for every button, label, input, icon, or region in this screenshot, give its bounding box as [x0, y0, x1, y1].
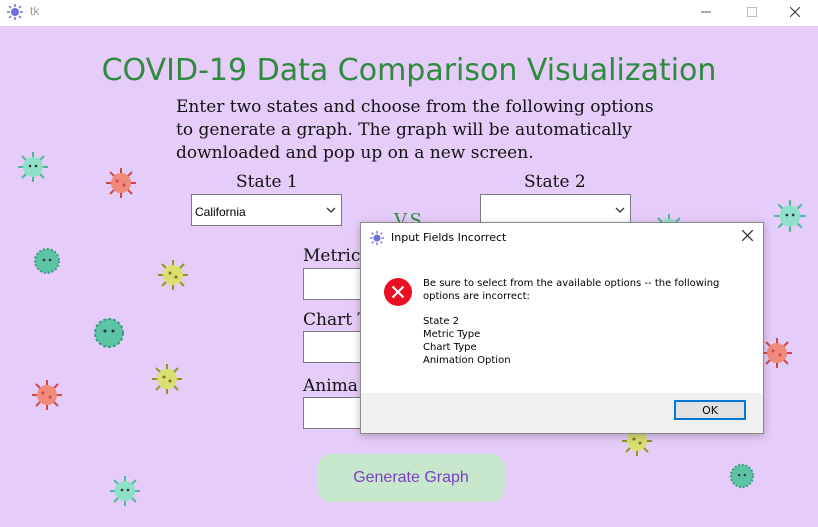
instructions-line: downloaded and pop up on a new screen.: [176, 143, 534, 163]
incorrect-fields-list: State 2 Metric Type Chart Type Animation…: [423, 315, 511, 367]
window-title: tk: [30, 4, 40, 18]
state1-value: California: [195, 205, 246, 219]
chart-type-select[interactable]: [303, 331, 363, 363]
virus-icon: [94, 318, 124, 348]
minimize-icon: [701, 11, 711, 13]
close-icon: [741, 229, 754, 242]
error-dialog: Input Fields Incorrect Be sure to select…: [360, 222, 764, 434]
page-title: COVID-19 Data Comparison Visualization: [101, 53, 717, 88]
list-item: Animation Option: [423, 355, 511, 366]
dialog-titlebar: Input Fields Incorrect: [361, 223, 763, 253]
virus-icon: [110, 476, 140, 506]
virus-icon: [762, 338, 792, 368]
close-icon: [790, 7, 800, 17]
instructions-line: to generate a graph. The graph will be a…: [176, 120, 632, 140]
dialog-message: Be sure to select from the available opt…: [423, 277, 743, 303]
virus-icon: [774, 200, 806, 232]
list-item: Chart Type: [423, 342, 477, 353]
state1-combobox[interactable]: California: [191, 194, 342, 226]
virus-icon: [34, 248, 60, 274]
state2-label: State 2: [524, 172, 586, 192]
maximize-icon: [747, 7, 757, 17]
dialog-title: Input Fields Incorrect: [391, 231, 507, 244]
animation-label: Anima: [303, 376, 358, 396]
tk-feather-icon: [7, 4, 23, 20]
dialog-message-line: Be sure to select from the available opt…: [423, 278, 720, 289]
virus-icon: [106, 168, 136, 198]
state1-label: State 1: [236, 172, 298, 192]
animation-select[interactable]: [303, 397, 363, 429]
list-item: State 2: [423, 316, 460, 327]
virus-icon: [18, 152, 48, 182]
chevron-down-icon: [326, 207, 336, 213]
dialog-footer: OK: [361, 393, 763, 433]
virus-icon: [32, 380, 62, 410]
close-button[interactable]: [772, 0, 818, 24]
chart-type-label: Chart T: [303, 310, 369, 330]
tk-feather-icon: [369, 230, 385, 246]
virus-icon: [158, 260, 188, 290]
instructions-text: Enter two states and choose from the fol…: [176, 96, 676, 165]
error-icon: [384, 278, 412, 306]
dialog-message-line: options are incorrect:: [423, 291, 530, 302]
chevron-down-icon: [615, 207, 625, 213]
minimize-button[interactable]: [683, 0, 729, 24]
virus-icon: [152, 364, 182, 394]
maximize-button[interactable]: [729, 0, 775, 24]
window-titlebar: tk: [0, 0, 818, 24]
dialog-body: Be sure to select from the available opt…: [361, 253, 763, 393]
list-item: Metric Type: [423, 329, 481, 340]
dialog-close-button[interactable]: [741, 229, 754, 245]
virus-icon: [729, 463, 755, 489]
metric-label: Metric: [303, 246, 361, 266]
generate-graph-button[interactable]: Generate Graph: [317, 454, 505, 502]
ok-button[interactable]: OK: [674, 400, 746, 420]
instructions-line: Enter two states and choose from the fol…: [176, 97, 654, 117]
metric-type-select[interactable]: [303, 268, 363, 300]
